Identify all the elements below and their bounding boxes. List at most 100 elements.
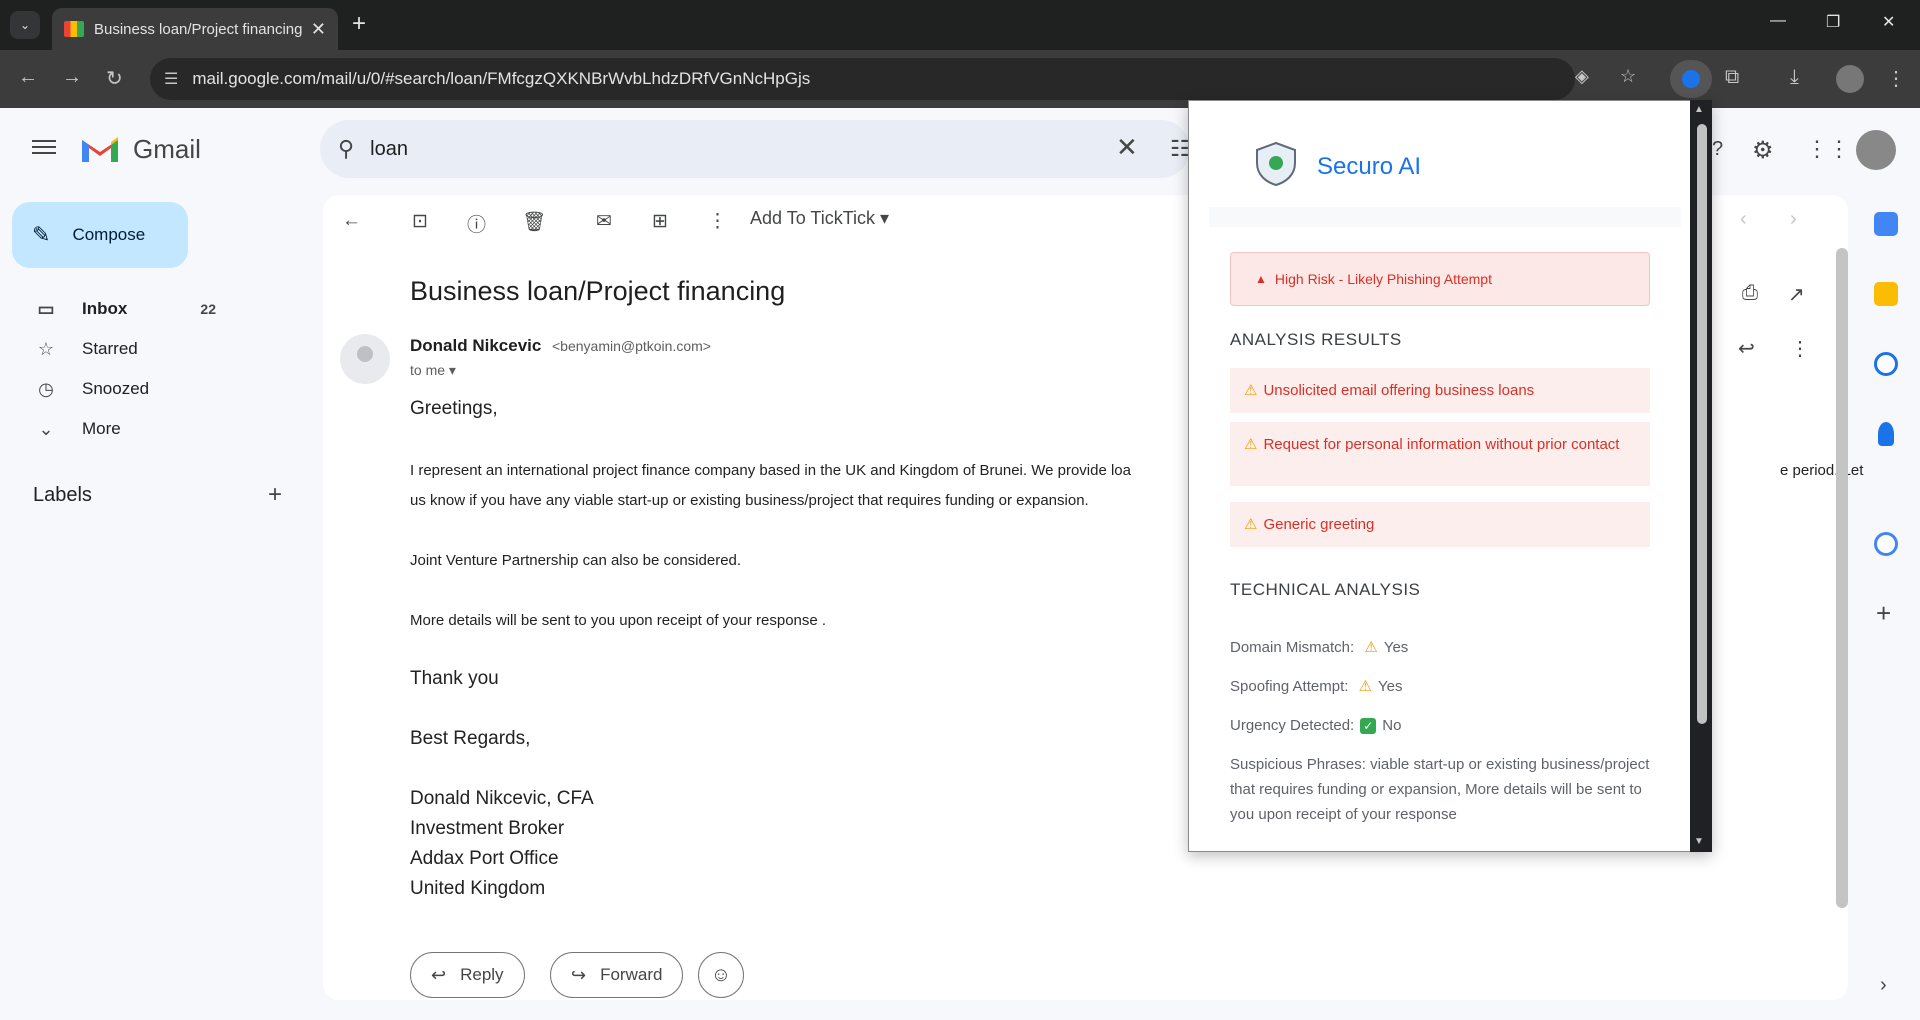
restore-icon[interactable]: ❐ <box>1826 12 1840 32</box>
browser-tab[interactable]: Business loan/Project financing ✕ <box>52 8 338 50</box>
clock-icon: ◷ <box>38 378 54 399</box>
lens-icon[interactable]: ◈ <box>1575 66 1589 87</box>
minimize-icon[interactable]: — <box>1770 12 1786 30</box>
chevron-down-icon: ⌄ <box>38 418 54 439</box>
calendar-icon[interactable] <box>1874 212 1898 236</box>
scroll-up-icon[interactable]: ▲ <box>1694 104 1704 115</box>
extensions-puzzle-icon[interactable]: ⧉ <box>1725 66 1739 89</box>
spoofing-row: Spoofing Attempt: ⚠ Yes <box>1230 677 1403 695</box>
account-avatar[interactable] <box>1856 130 1896 170</box>
reply-label: Reply <box>460 965 504 984</box>
tasks-icon[interactable] <box>1874 352 1898 376</box>
archive-icon[interactable]: ⊡ <box>412 210 428 233</box>
print-icon[interactable]: ⎙ <box>1742 282 1758 305</box>
analysis-heading: ANALYSIS RESULTS <box>1230 330 1402 349</box>
new-tab-icon[interactable]: + <box>352 10 366 38</box>
address-bar[interactable]: ☰ mail.google.com/mail/u/0/#search/loan/… <box>150 58 1636 100</box>
search-icon[interactable]: ⚲ <box>338 136 354 162</box>
report-spam-icon[interactable]: ⓘ <box>467 210 486 237</box>
next-email-icon[interactable]: › <box>1790 208 1797 231</box>
domain-mismatch-label: Domain Mismatch: <box>1230 639 1355 656</box>
email-regards: Best Regards, <box>410 728 531 749</box>
sidebar-item-label: Starred <box>82 339 138 358</box>
compose-button[interactable]: ✎ Compose <box>12 202 188 268</box>
finding-text: Request for personal information without… <box>1263 436 1620 453</box>
securo-title: Securo AI <box>1317 153 1422 180</box>
main-menu-icon[interactable] <box>32 136 56 158</box>
recipient-details[interactable]: to me ▾ <box>410 362 456 379</box>
profile-avatar[interactable] <box>1836 65 1864 93</box>
download-icon[interactable]: ⤓ <box>1790 66 1799 89</box>
contacts-icon[interactable] <box>1878 422 1894 446</box>
move-to-icon[interactable]: ⊞ <box>652 210 668 233</box>
chrome-menu-icon[interactable]: ⋮ <box>1886 66 1906 91</box>
signature-country: United Kingdom <box>410 878 546 899</box>
add-label-icon[interactable]: + <box>268 481 282 509</box>
sidebar-item-label: More <box>82 419 121 438</box>
reload-icon[interactable]: ↻ <box>106 66 123 91</box>
signature-name: Donald Nikcevic, CFA <box>410 788 594 809</box>
ticktick-dropdown[interactable]: Add To TickTick ▾ <box>750 208 889 229</box>
search-bar[interactable]: ⚲ <box>320 120 1190 178</box>
shield-icon <box>1256 141 1296 187</box>
back-to-list-icon[interactable]: ← <box>342 210 361 232</box>
email-scrollbar[interactable] <box>1836 248 1848 908</box>
star-icon: ☆ <box>37 338 55 359</box>
get-addons-icon[interactable]: + <box>1876 598 1891 629</box>
reply-icon[interactable]: ↩ <box>1738 336 1755 361</box>
ticktick-rail-icon[interactable] <box>1874 532 1898 556</box>
apps-grid-icon[interactable]: ⋮⋮ <box>1806 136 1850 162</box>
phrases-label: Suspicious Phrases: <box>1230 756 1366 773</box>
sender-name: Donald Nikcevic <box>410 336 542 355</box>
keep-icon[interactable] <box>1874 282 1898 306</box>
forward-button[interactable]: ↪ Forward <box>550 952 684 998</box>
sidebar-item-starred[interactable]: ☆ Starred <box>0 329 296 369</box>
sidebar-item-snoozed[interactable]: ◷ Snoozed <box>0 369 296 409</box>
inbox-icon: ▭ <box>37 298 55 319</box>
finding-text: Generic greeting <box>1263 516 1375 533</box>
securo-extension-button[interactable] <box>1670 60 1712 98</box>
warning-icon: ⚠ <box>1358 678 1373 695</box>
sidebar-item-inbox[interactable]: ▭ Inbox 22 <box>0 289 296 329</box>
scroll-down-icon[interactable]: ▼ <box>1694 836 1704 847</box>
finding-item: ⚠ Generic greeting <box>1230 502 1650 547</box>
labels-heading: Labels <box>33 484 92 506</box>
prev-email-icon[interactable]: ‹ <box>1740 208 1747 231</box>
support-icon[interactable]: ? <box>1712 138 1723 161</box>
forward-label: Forward <box>600 965 663 984</box>
delete-icon[interactable]: 🗑 <box>522 210 546 234</box>
finding-item: ⚠ Request for personal information withou… <box>1230 422 1650 486</box>
close-tab-icon[interactable]: ✕ <box>311 19 326 40</box>
inbox-count: 22 <box>200 301 216 317</box>
email-thanks: Thank you <box>410 668 499 689</box>
clear-search-icon[interactable]: ✕ <box>1116 132 1138 163</box>
popup-scrollbar-thumb[interactable] <box>1697 124 1707 724</box>
email-para3: More details will be sent to you upon re… <box>410 612 827 629</box>
hide-side-panel-icon[interactable]: › <box>1880 974 1887 997</box>
tab-search-button[interactable]: ⌄ <box>10 11 40 39</box>
more-options-icon[interactable]: ⋮ <box>708 210 727 233</box>
open-new-window-icon[interactable]: ↗ <box>1788 282 1805 307</box>
close-window-icon[interactable]: ✕ <box>1882 12 1895 32</box>
emoji-reaction-icon[interactable]: ☺ <box>698 952 744 998</box>
urgency-value: No <box>1382 717 1402 734</box>
settings-gear-icon[interactable]: ⚙ <box>1752 136 1774 165</box>
gmail-favicon-icon <box>64 21 84 37</box>
search-options-icon[interactable]: ☷ <box>1170 136 1190 162</box>
site-info-icon[interactable]: ☰ <box>164 69 178 89</box>
mark-unread-icon[interactable]: ✉ <box>596 210 612 233</box>
message-more-icon[interactable]: ⋮ <box>1790 336 1810 361</box>
bookmark-star-icon[interactable]: ☆ <box>1620 66 1636 87</box>
technical-heading: TECHNICAL ANALYSIS <box>1230 580 1421 599</box>
forward-icon[interactable]: → <box>62 66 82 89</box>
gmail-logo-icon[interactable] <box>80 134 120 164</box>
search-input[interactable] <box>370 137 1071 161</box>
email-para1-right: e period. Let <box>1780 462 1864 479</box>
reply-button[interactable]: ↩ Reply <box>410 952 525 998</box>
warning-icon: ⚠ <box>1244 382 1258 399</box>
back-icon[interactable]: ← <box>18 66 38 89</box>
email-subject: Business loan/Project financing <box>410 276 786 306</box>
sidebar-item-more[interactable]: ⌄ More <box>0 409 296 449</box>
signature-title: Investment Broker <box>410 818 565 839</box>
suspicious-phrases: Suspicious Phrases: viable start-up or e… <box>1230 752 1650 827</box>
